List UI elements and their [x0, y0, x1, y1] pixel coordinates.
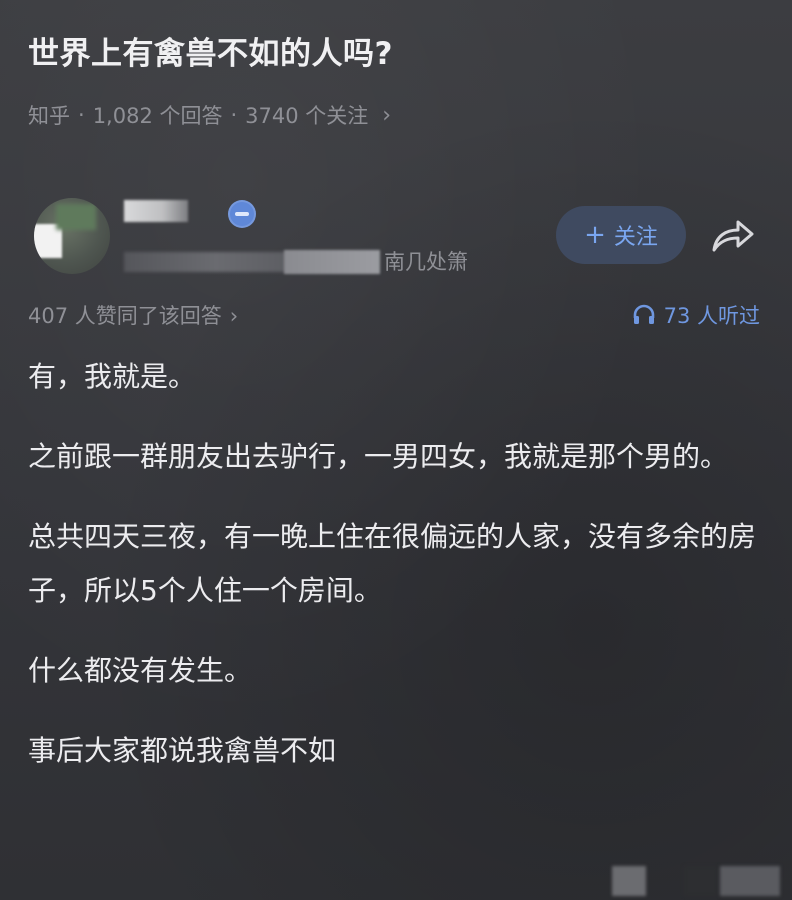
follow-label: 关注: [613, 225, 658, 250]
answer-count: 1,082 个回答: [92, 104, 223, 128]
meta-separator: ·: [230, 103, 238, 127]
chevron-right-icon: ›: [229, 304, 239, 328]
verified-badge-icon: [228, 200, 256, 228]
answer-paragraph: 有，我就是。: [28, 360, 197, 393]
follower-count: 3740 个关注: [245, 104, 369, 128]
upvote-count: 407 人赞同了该回答: [28, 304, 222, 328]
author-name-redacted[interactable]: [124, 200, 188, 222]
answer-paragraph: 总共四天三夜，有一晚上住在很偏远的人家，没有多余的房子，所以5个人住一个房间。: [28, 520, 757, 607]
bottom-redaction: [720, 866, 780, 896]
listen-count-label: 73 人听过: [663, 304, 760, 328]
answer-body: 有，我就是。 之前跟一群朋友出去驴行，一男四女，我就是那个男的。 总共四天三夜，…: [28, 350, 758, 804]
answer-paragraph: 什么都没有发生。: [28, 654, 253, 687]
follow-button[interactable]: + 关注: [556, 206, 686, 264]
answer-paragraph: 之前跟一群朋友出去驴行，一男四女，我就是那个男的。: [28, 440, 729, 473]
author-row: 南几处箫 + 关注: [28, 190, 768, 290]
meta-separator: ·: [78, 103, 85, 127]
author-bio-redacted: [284, 250, 380, 274]
bottom-redaction: [612, 866, 646, 896]
question-meta[interactable]: 知乎 · 1,082 个回答 · 3740 个关注 ›: [28, 100, 391, 130]
bottom-redaction: [684, 866, 718, 896]
author-bio: 南几处箫: [384, 250, 468, 274]
plus-icon: +: [584, 220, 606, 250]
share-icon[interactable]: [708, 214, 756, 258]
answer-paragraph: 事后大家都说我禽兽不如: [28, 734, 337, 767]
avatar-redaction: [56, 204, 96, 230]
source-label: 知乎: [28, 104, 70, 128]
upvote-count-link[interactable]: 407 人赞同了该回答 ›: [28, 300, 238, 330]
headphones-icon: [633, 304, 654, 324]
question-title[interactable]: 世界上有禽兽不如的人吗?: [28, 28, 393, 73]
chevron-right-icon: ›: [382, 102, 392, 128]
stats-row: 407 人赞同了该回答 › 73 人听过: [28, 300, 760, 334]
listen-count[interactable]: 73 人听过: [632, 300, 760, 330]
avatar[interactable]: [34, 198, 110, 274]
